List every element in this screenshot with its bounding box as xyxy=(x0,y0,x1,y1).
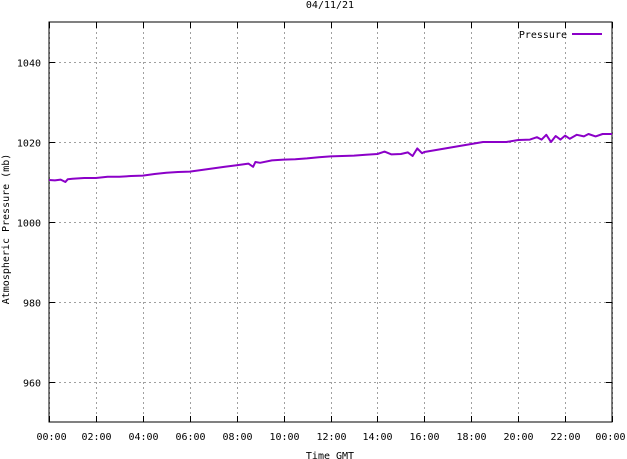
y-axis: 960 980 1000 1020 1040 xyxy=(17,59,612,390)
y-tick-label: 980 xyxy=(23,299,41,310)
y-axis-label: Atmospheric Pressure (mb) xyxy=(1,154,12,305)
legend-label: Pressure xyxy=(519,30,567,41)
x-tick-label: 18:00 xyxy=(456,432,486,443)
x-tick-label: 14:00 xyxy=(362,432,392,443)
chart-title: 04/11/21 xyxy=(306,0,354,11)
series-layer xyxy=(48,133,612,183)
x-tick-label: 02:00 xyxy=(81,432,111,443)
x-tick-label: 16:00 xyxy=(409,432,439,443)
pressure-chart: 04/11/21 960 980 1000 1020 1040 00:00 02:00 04… xyxy=(1,0,626,459)
y-tick-label: 960 xyxy=(23,379,41,390)
x-tick-label: 22:00 xyxy=(550,432,580,443)
y-tick-label: 1020 xyxy=(17,139,41,150)
x-tick-label: 08:00 xyxy=(222,432,252,443)
x-tick-label: 00:00 xyxy=(37,432,67,443)
x-tick-label: 00:00 xyxy=(595,432,625,443)
series-line-pressure xyxy=(48,133,612,183)
x-tick-label: 06:00 xyxy=(175,432,205,443)
y-tick-label: 1000 xyxy=(17,219,41,230)
grid xyxy=(49,22,613,422)
x-axis-label: Time GMT xyxy=(306,451,354,459)
x-tick-label: 04:00 xyxy=(128,432,158,443)
x-tick-label: 20:00 xyxy=(503,432,533,443)
y-tick-label: 1040 xyxy=(17,59,41,70)
legend: Pressure xyxy=(519,30,602,41)
x-tick-label: 12:00 xyxy=(316,432,346,443)
x-tick-label: 10:00 xyxy=(269,432,299,443)
